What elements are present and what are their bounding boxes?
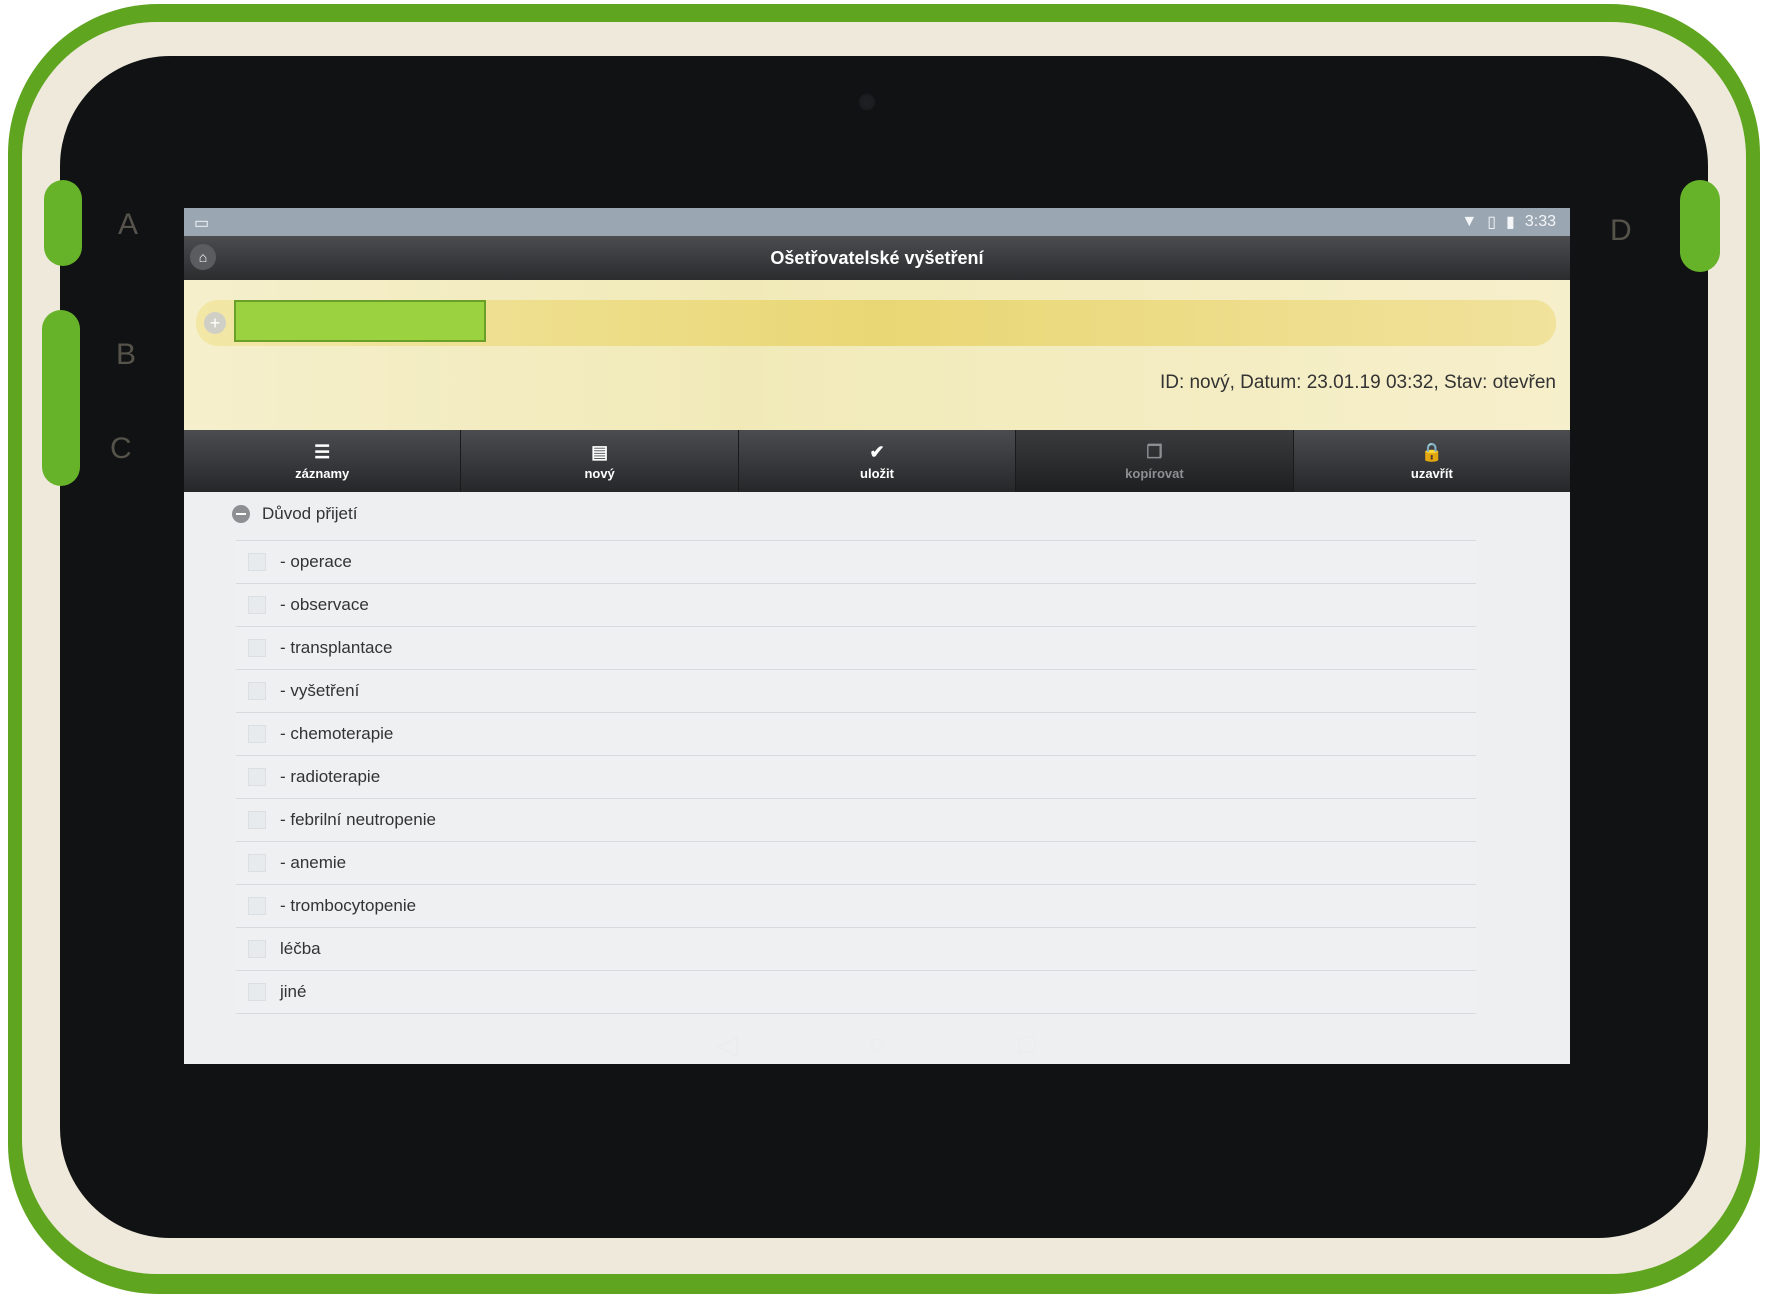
list-item-label: - observace <box>280 595 369 614</box>
records-button[interactable]: ☰ záznamy <box>184 430 462 492</box>
copy-button[interactable]: ❐ kopírovat <box>1016 430 1294 492</box>
document-icon: ▤ <box>591 441 609 462</box>
recents-icon[interactable]: □ <box>1007 1028 1047 1060</box>
save-button[interactable]: ✔ uložit <box>739 430 1017 492</box>
action-toolbar: ☰ záznamy ▤ nový ✔ uložit ❐ kopírovat 🔒 … <box>184 430 1570 492</box>
checkbox[interactable] <box>248 639 266 657</box>
desktop-icon: ▭ <box>194 215 210 232</box>
list-item-label: - anemie <box>280 853 347 872</box>
checkbox[interactable] <box>248 940 266 958</box>
patient-search-input[interactable] <box>234 300 486 342</box>
device-label-d: D <box>1610 214 1632 247</box>
tablet-screen: ▭ ▼ ▯ ▮ 3:33 ⌂ Ošetřovatelské vyšetření … <box>184 208 1570 1064</box>
checkbox[interactable] <box>248 854 266 872</box>
home-nav-icon[interactable]: ○ <box>857 1028 897 1060</box>
checkbox[interactable] <box>248 983 266 1001</box>
records-button-label: záznamy <box>295 465 350 481</box>
wifi-icon: ▼ <box>1461 213 1478 230</box>
list-item[interactable]: - febrilní neutropenie <box>236 799 1476 842</box>
status-bar: ▭ ▼ ▯ ▮ 3:33 <box>184 208 1570 236</box>
side-button-d[interactable] <box>1680 180 1720 272</box>
side-button-bc[interactable] <box>42 310 80 486</box>
close-record-button-label: uzavřít <box>1410 465 1453 481</box>
checkbox[interactable] <box>248 682 266 700</box>
page-title: Ošetřovatelské vyšetření <box>770 248 984 268</box>
list-item[interactable]: léčba <box>236 928 1476 971</box>
list-item-label: - chemoterapie <box>280 724 394 743</box>
list-item[interactable]: - vyšetření <box>236 670 1476 713</box>
side-button-a[interactable] <box>44 180 82 266</box>
record-info: ID: nový, Datum: 23.01.19 03:32, Stav: o… <box>1159 372 1556 393</box>
back-icon[interactable]: ◁ <box>707 1028 747 1061</box>
status-time: 3:33 <box>1524 213 1556 230</box>
section-title: Důvod přijetí <box>262 504 358 523</box>
list-item[interactable]: jiné <box>236 971 1476 1014</box>
list-item-label: - vyšetření <box>280 681 360 700</box>
list-item-label: jiné <box>280 982 307 1001</box>
device-label-a: A <box>118 208 139 241</box>
list-item[interactable]: - operace <box>236 541 1476 584</box>
section-header[interactable]: Důvod přijetí <box>232 504 357 524</box>
checkbox[interactable] <box>248 811 266 829</box>
list-item-label: - febrilní neutropenie <box>280 810 436 829</box>
close-record-button[interactable]: 🔒 uzavřít <box>1294 430 1570 492</box>
patient-search-row: + <box>196 300 1556 346</box>
copy-button-label: kopírovat <box>1125 465 1184 481</box>
checkbox[interactable] <box>248 725 266 743</box>
save-button-label: uložit <box>860 465 894 481</box>
list-item-label: léčba <box>280 939 321 958</box>
list-item[interactable]: - anemie <box>236 842 1476 885</box>
list-item[interactable]: - transplantace <box>236 627 1476 670</box>
battery-icon: ▮ <box>1506 214 1515 231</box>
list-item[interactable]: - radioterapie <box>236 756 1476 799</box>
list-item-label: - transplantace <box>280 638 393 657</box>
device-label-c: C <box>110 432 132 465</box>
check-icon: ✔ <box>869 441 885 462</box>
list-item-label: - operace <box>280 552 352 571</box>
copy-icon: ❐ <box>1146 441 1163 462</box>
collapse-icon[interactable] <box>232 505 250 523</box>
checkbox[interactable] <box>248 553 266 571</box>
new-button[interactable]: ▤ nový <box>461 430 739 492</box>
camera <box>857 92 877 112</box>
content-area: Důvod přijetí - operace - observace - tr… <box>184 492 1570 1064</box>
header-panel: + ID: nový, Datum: 23.01.19 03:32, Stav:… <box>184 280 1570 430</box>
checkbox[interactable] <box>248 768 266 786</box>
list-item[interactable]: - observace <box>236 584 1476 627</box>
add-icon[interactable]: + <box>204 312 226 334</box>
list-item[interactable]: - chemoterapie <box>236 713 1476 756</box>
title-bar: ⌂ Ošetřovatelské vyšetření <box>184 236 1570 280</box>
checkbox[interactable] <box>248 596 266 614</box>
sim-icon: ▯ <box>1487 214 1497 231</box>
lock-icon: 🔒 <box>1420 441 1444 462</box>
list-item-label: - trombocytopenie <box>280 896 417 915</box>
device-label-b: B <box>116 338 137 371</box>
android-nav-bar: ◁ ○ □ <box>184 1016 1570 1072</box>
checkbox[interactable] <box>248 897 266 915</box>
new-button-label: nový <box>584 465 615 481</box>
list-item-label: - radioterapie <box>280 767 381 786</box>
admission-reason-list: - operace - observace - transplantace - … <box>236 540 1476 1014</box>
list-item[interactable]: - trombocytopenie <box>236 885 1476 928</box>
list-icon: ☰ <box>314 441 331 462</box>
